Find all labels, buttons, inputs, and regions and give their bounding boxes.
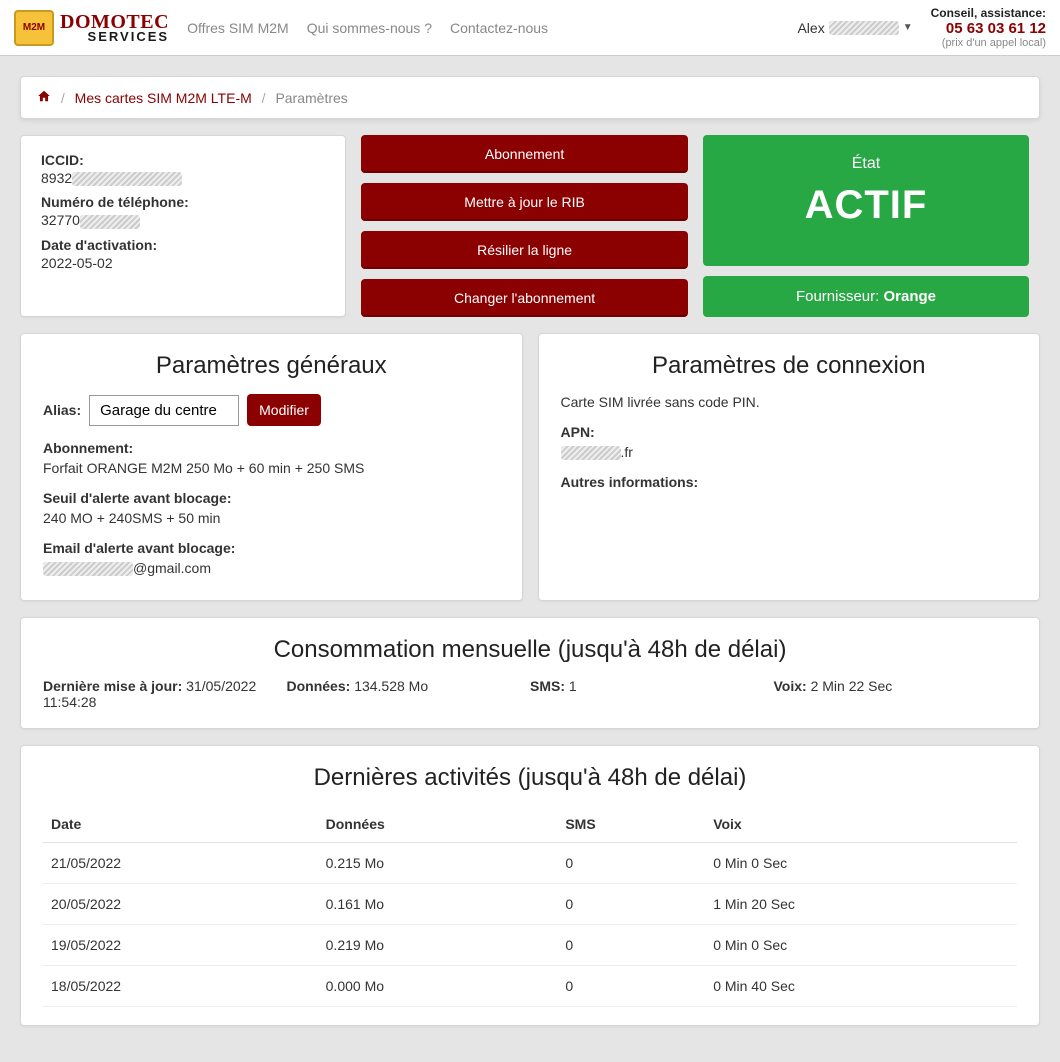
- user-menu[interactable]: Alex ▼: [797, 20, 912, 36]
- table-row: 20/05/20220.161 Mo01 Min 20 Sec: [43, 884, 1017, 925]
- consumption-title: Consommation mensuelle (jusqu'à 48h de d…: [43, 636, 1017, 664]
- breadcrumb-current: Paramètres: [275, 90, 347, 106]
- activation-value: 2022-05-02: [41, 255, 325, 271]
- col-data: Données: [318, 806, 558, 843]
- assistance-phone: 05 63 03 61 12: [931, 20, 1046, 37]
- nav-link-offres[interactable]: Offres SIM M2M: [187, 20, 289, 36]
- modify-alias-button[interactable]: Modifier: [247, 394, 321, 426]
- connection-params-card: Paramètres de connexion Carte SIM livrée…: [538, 333, 1041, 601]
- etat-value: ACTIF: [713, 183, 1019, 228]
- user-name-prefix: Alex: [797, 20, 824, 36]
- iccid-value: 8932: [41, 170, 325, 186]
- phone-label: Numéro de téléphone:: [41, 194, 325, 210]
- apn-value: .fr: [561, 444, 1018, 460]
- assistance-sub: (prix d'un appel local): [931, 37, 1046, 49]
- table-row: 21/05/20220.215 Mo00 Min 0 Sec: [43, 843, 1017, 884]
- status-column: État ACTIF Fournisseur: Orange: [703, 135, 1029, 317]
- logo-brand: DOMOTEC: [60, 13, 169, 31]
- resilier-button[interactable]: Résilier la ligne: [361, 231, 687, 269]
- etat-label: État: [713, 155, 1019, 173]
- activation-label: Date d'activation:: [41, 237, 325, 253]
- nav-links: Offres SIM M2M Qui sommes-nous ? Contact…: [187, 20, 548, 36]
- home-icon[interactable]: [37, 90, 55, 106]
- alias-label: Alias:: [43, 402, 81, 418]
- table-row: 19/05/20220.219 Mo00 Min 0 Sec: [43, 925, 1017, 966]
- logo-chip-icon: M2M: [14, 10, 54, 46]
- consumption-card: Consommation mensuelle (jusqu'à 48h de d…: [20, 617, 1040, 729]
- breadcrumb: / Mes cartes SIM M2M LTE-M / Paramètres: [20, 76, 1040, 119]
- supplier-box: Fournisseur: Orange: [703, 276, 1029, 317]
- table-row: 18/05/20220.000 Mo00 Min 40 Sec: [43, 966, 1017, 1007]
- phone-value: 32770: [41, 212, 325, 228]
- email-redacted: [43, 562, 133, 576]
- abonnement-value: Forfait ORANGE M2M 250 Mo + 60 min + 250…: [43, 460, 500, 476]
- status-box: État ACTIF: [703, 135, 1029, 266]
- chevron-down-icon: ▼: [903, 22, 913, 33]
- user-name-redacted: [829, 21, 899, 35]
- sim-info-card: ICCID: 8932 Numéro de téléphone: 32770 D…: [20, 135, 346, 317]
- logo[interactable]: M2M DOMOTEC SERVICES: [14, 10, 169, 46]
- conso-data: Données: 134.528 Mo: [287, 678, 531, 710]
- assistance-block: Conseil, assistance: 05 63 03 61 12 (pri…: [931, 6, 1046, 49]
- activity-title: Dernières activités (jusqu'à 48h de déla…: [43, 764, 1017, 792]
- col-voice: Voix: [705, 806, 1017, 843]
- apn-redacted: [561, 446, 621, 460]
- other-info-label: Autres informations:: [561, 474, 1018, 490]
- activity-table: Date Données SMS Voix 21/05/20220.215 Mo…: [43, 806, 1017, 1007]
- seuil-value: 240 MO + 240SMS + 50 min: [43, 510, 500, 526]
- conso-voice: Voix: 2 Min 22 Sec: [774, 678, 1018, 710]
- conso-sms: SMS: 1: [530, 678, 774, 710]
- breadcrumb-link[interactable]: Mes cartes SIM M2M LTE-M: [75, 90, 252, 106]
- phone-redacted: [80, 215, 140, 229]
- abonnement-button[interactable]: Abonnement: [361, 135, 687, 173]
- conso-update: Dernière mise à jour: 31/05/2022 11:54:2…: [43, 678, 287, 710]
- abonnement-label: Abonnement:: [43, 440, 500, 456]
- activity-card: Dernières activités (jusqu'à 48h de déla…: [20, 745, 1040, 1026]
- pin-info: Carte SIM livrée sans code PIN.: [561, 394, 1018, 410]
- rib-button[interactable]: Mettre à jour le RIB: [361, 183, 687, 221]
- email-alert-value: @gmail.com: [43, 560, 500, 576]
- apn-label: APN:: [561, 424, 1018, 440]
- supplier-value: Orange: [883, 288, 936, 305]
- email-alert-label: Email d'alerte avant blocage:: [43, 540, 500, 556]
- action-buttons: Abonnement Mettre à jour le RIB Résilier…: [361, 135, 687, 317]
- col-date: Date: [43, 806, 318, 843]
- changer-abo-button[interactable]: Changer l'abonnement: [361, 279, 687, 317]
- seuil-label: Seuil d'alerte avant blocage:: [43, 490, 500, 506]
- connection-params-title: Paramètres de connexion: [561, 352, 1018, 380]
- assistance-label: Conseil, assistance:: [931, 6, 1046, 20]
- nav-link-qui[interactable]: Qui sommes-nous ?: [307, 20, 432, 36]
- general-params-card: Paramètres généraux Alias: Modifier Abon…: [20, 333, 523, 601]
- general-params-title: Paramètres généraux: [43, 352, 500, 380]
- col-sms: SMS: [557, 806, 705, 843]
- iccid-label: ICCID:: [41, 152, 325, 168]
- supplier-label: Fournisseur:: [796, 288, 884, 305]
- nav-link-contact[interactable]: Contactez-nous: [450, 20, 548, 36]
- iccid-redacted: [72, 172, 182, 186]
- navbar: M2M DOMOTEC SERVICES Offres SIM M2M Qui …: [0, 0, 1060, 56]
- alias-input[interactable]: [89, 395, 239, 426]
